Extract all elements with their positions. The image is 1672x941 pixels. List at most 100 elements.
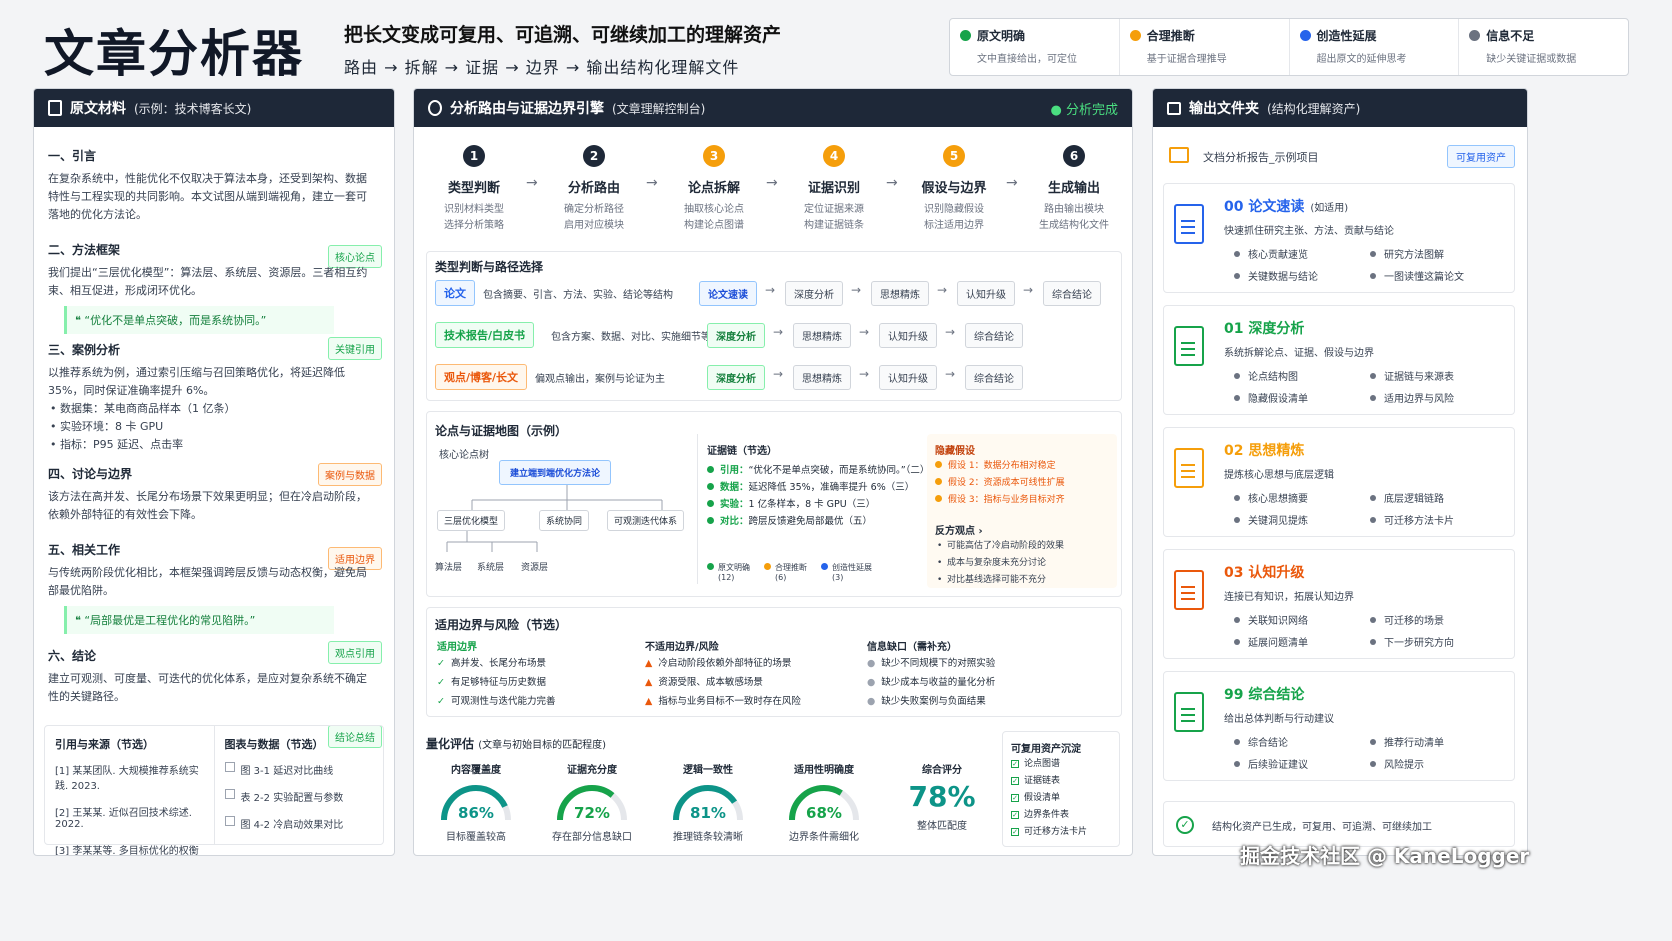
route-module-chip[interactable]: 认知升级 [879, 365, 937, 390]
output-file-card[interactable]: 02 思想精炼 提炼核心思想与底层逻辑 核心思想摘要 底层逻辑链路 关键洞见提炼 可迁移方… [1163, 427, 1515, 537]
metric-gauge[interactable]: 内容覆盖度 86% 目标覆盖较高 [426, 761, 526, 843]
asset-item[interactable]: ✓ 论点图谱 [1011, 756, 1087, 773]
pipeline-step[interactable]: 1 类型判断 识别材料类型 选择分析策略 [414, 145, 534, 234]
step-title: 生成输出 [1047, 181, 1100, 196]
section-text: 与传统两阶段优化相比，本框架强调跨层反馈与动态权衡，避免局部最优陷阱。 [48, 566, 367, 597]
pipeline-step[interactable]: 3 论点拆解 抽取核心论点 构建论点图谱 [654, 145, 774, 234]
pipeline-step[interactable]: 5 假设与边界 识别隐藏假设 标注适用边界 [894, 145, 1014, 234]
boundary-item: ▲ 资源受限、成本敏感场景 [645, 677, 763, 688]
assets-heading: 可复用资产沉淀 [1011, 744, 1081, 755]
evidence-item[interactable]: 对比：跨层反馈避免局部最优（五） [707, 513, 927, 530]
info-dot-icon: ● [867, 658, 876, 669]
card-title: 02 思想精炼 [1224, 443, 1305, 459]
step-title: 证据识别 [807, 181, 860, 196]
arrow-right-icon: → [773, 367, 784, 381]
figure-item[interactable]: 图 4-2 冷启动效果对比 [224, 816, 374, 831]
sub-claim-node[interactable]: 算法层 [435, 560, 462, 573]
figure-icon [224, 762, 235, 772]
evidence-item[interactable]: 实验：1 亿条样本，8 卡 GPU（三） [707, 496, 927, 513]
figure-item[interactable]: 表 2-2 实验配置与参数 [224, 789, 374, 804]
hidden-assumption[interactable]: 假设 2：资源成本可线性扩展 [935, 475, 1065, 492]
status-dot-icon [1129, 30, 1141, 41]
status-dot-icon [821, 563, 828, 570]
output-file-card[interactable]: 03 认知升级 连接已有知识，拓展认知边界 关联知识网络 可迁移的场景 延展问题清单 下一… [1163, 549, 1515, 659]
asset-item[interactable]: ✓ 边界条件表 [1011, 807, 1087, 824]
pipeline-flow: 路由 → 拆解 → 证据 → 边界 → 输出结构化理解文件 [344, 58, 740, 77]
pipeline-step[interactable]: 6 生成输出 路由输出模块 生成结构化文件 [1014, 145, 1132, 234]
route-module-chip[interactable]: 思想精炼 [793, 365, 851, 390]
root-claim-node[interactable]: 建立端到端优化方法论 [499, 460, 612, 485]
total-score[interactable]: 综合评分 78% 整体匹配度 [892, 761, 992, 832]
report-name[interactable]: 文档分析报告_示例项目 [1203, 149, 1319, 165]
route-module-chip[interactable]: 深度分析 [785, 281, 843, 306]
engine-panel-header: 分析路由与证据边界引擎 (文章理解控制台) ● 分析完成 [414, 89, 1132, 127]
step-desc: 路由输出模块 [1044, 204, 1104, 215]
analysis-status: ● 分析完成 [1050, 102, 1118, 118]
route-module-chip[interactable]: 深度分析 [707, 323, 765, 348]
reference-item[interactable]: [1] 某某团队. 大规模推荐系统实践. 2023. [55, 762, 204, 792]
section-heading: 三、案例分析 [48, 343, 121, 357]
sub-claim-node[interactable]: 系统层 [477, 560, 504, 573]
route-module-chip[interactable]: 论文速读 [699, 281, 757, 306]
asset-item[interactable]: ✓ 假设清单 [1011, 790, 1087, 807]
card-item: 核心贡献速览 [1234, 246, 1308, 261]
output-file-card[interactable]: 00 论文速读 (如适用) 快速抓住研究主张、方法、贡献与结论 核心贡献速览 研究方法图… [1163, 183, 1515, 293]
metric-gauge[interactable]: 逻辑一致性 81% 推理链条较清晰 [658, 761, 758, 843]
article-body[interactable]: 一、引言 在复杂系统中，性能优化不仅取决于算法本身，还受到架构、数据特性与工程实… [34, 127, 394, 748]
route-module-chip[interactable]: 综合结论 [965, 365, 1023, 390]
route-module-chip[interactable]: 认知升级 [957, 281, 1015, 306]
metric-value: 86% [458, 804, 494, 822]
status-dot-icon [707, 500, 714, 507]
hidden-assumption[interactable]: 假设 1：数据分布相对稳定 [935, 458, 1065, 475]
metric-gauge[interactable]: 证据充分度 72% 存在部分信息缺口 [542, 761, 642, 843]
claim-node[interactable]: 三层优化模型 [437, 510, 506, 531]
file-icon [1174, 204, 1204, 244]
asset-item[interactable]: ✓ 证据链表 [1011, 773, 1087, 790]
metric-desc: 边界条件需细化 [789, 832, 859, 843]
pipeline-step[interactable]: 2 分析路由 确定分析路径 启用对应模块 [534, 145, 654, 234]
reference-item[interactable]: [2] 王某某. 近似召回技术综述. 2022. [55, 804, 204, 830]
confidence-legend: 原文明确 文中直接给出，可定位 合理推断 基于证据合理推导 创造性延展 超出原文的延伸思考… [949, 18, 1629, 76]
route-module-chip[interactable]: 思想精炼 [793, 323, 851, 348]
route-module-chip[interactable]: 综合结论 [1043, 281, 1101, 306]
legend-title: 创造性延展 [1299, 27, 1449, 44]
route-module-chip[interactable]: 综合结论 [965, 323, 1023, 348]
counter-view-heading[interactable]: 反方观点 › [935, 522, 983, 537]
evidence-item[interactable]: 引用：“优化不是单点突破，而是系统协同。”（二） [707, 462, 927, 479]
metric-value: 81% [690, 804, 726, 822]
total-desc: 整体匹配度 [917, 821, 967, 832]
material-type-tag[interactable]: 观点/博客/长文 [435, 364, 528, 390]
sub-claim-node[interactable]: 资源层 [521, 560, 548, 573]
metric-gauge[interactable]: 适用性明确度 68% 边界条件需细化 [774, 761, 874, 843]
evidence-counts: 原文明确 (12) 合理推断 (6) 创造性延展 (3) [707, 562, 917, 582]
reusable-badge[interactable]: 可复用资产 [1447, 145, 1515, 168]
figure-icon [224, 789, 235, 799]
section-method: 二、方法框架 我们提出“三层优化模型”：算法层、系统层、资源层。三者相互约束、相… [48, 231, 368, 334]
hidden-assumption[interactable]: 假设 3：指标与业务目标对齐 [935, 492, 1065, 509]
arrow-right-icon: → [851, 283, 862, 297]
evaluation-section: 量化评估 (文章与初始目标的匹配程度) 内容覆盖度 86% 目标覆盖较高 证据充分度 7… [426, 727, 1122, 847]
output-file-card[interactable]: 99 综合结论 给出总体判断与行动建议 综合结论 推荐行动清单 后续验证建议 风险提示 [1163, 671, 1515, 781]
material-type-tag[interactable]: 技术报告/白皮书 [435, 322, 535, 348]
claim-node[interactable]: 可观测迭代体系 [607, 510, 685, 531]
section-heading: 六、结论 [48, 649, 97, 663]
evidence-item[interactable]: 数据：延迟降低 35%，准确率提升 6%（三） [707, 479, 927, 496]
arrow-right-icon: → [945, 325, 956, 339]
route-module-chip[interactable]: 认知升级 [879, 323, 937, 348]
output-file-card[interactable]: 01 深度分析 系统拆解论点、证据、假设与边界 论点结构图 证据链与来源表 隐藏假设清单… [1163, 305, 1515, 415]
check-icon: ✓ [437, 658, 445, 669]
section-conclusion: 六、结论 建立可观测、可度量、可迭代的优化体系，是应对复杂系统不确定性的关键路径… [48, 637, 368, 706]
route-module-chip[interactable]: 深度分析 [707, 365, 765, 390]
claim-node[interactable]: 系统协同 [539, 510, 590, 531]
status-dot-icon [1299, 30, 1311, 41]
material-type-tag[interactable]: 论文 [435, 280, 475, 306]
section-text: 该方法在高并发、长尾分布场景下效果更明显；但在冷启动阶段，依赖外部特征的有效性会… [48, 490, 367, 521]
pipeline-step[interactable]: 4 证据识别 定位证据来源 构建证据链条 [774, 145, 894, 234]
route-module-chip[interactable]: 思想精炼 [871, 281, 929, 306]
card-item: 后续验证建议 [1234, 756, 1308, 771]
asset-item[interactable]: ✓ 可迁移方法卡片 [1011, 824, 1087, 841]
card-desc: 提炼核心思想与底层逻辑 [1224, 470, 1334, 481]
card-title: 01 深度分析 [1224, 321, 1305, 337]
reference-item[interactable]: [3] 李某某等. 多目标优化的权衡方法. 2021. [55, 842, 204, 855]
figure-item[interactable]: 图 3-1 延迟对比曲线 [224, 762, 374, 777]
